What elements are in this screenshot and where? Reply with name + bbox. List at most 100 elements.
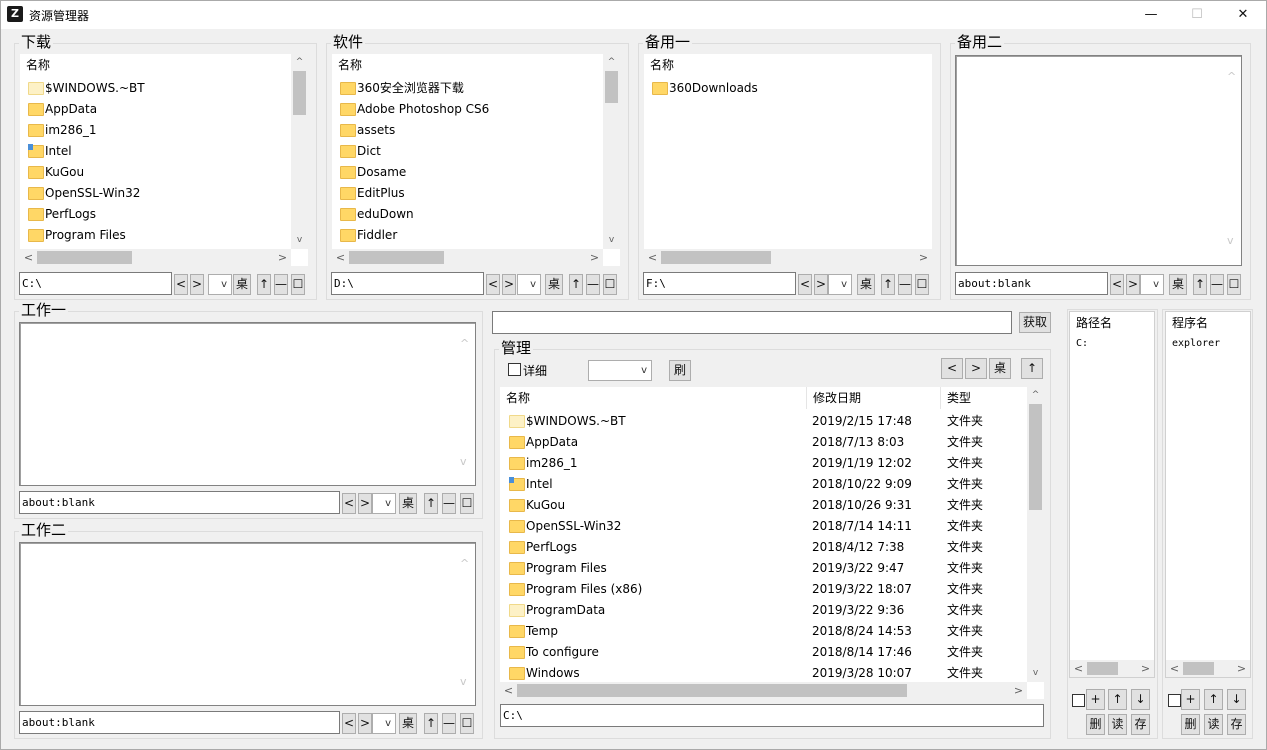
table-row[interactable]: Program Files (x86) 2019/3/22 18:07 文件夹 [500, 579, 1027, 600]
desktop-button[interactable]: 桌 [545, 274, 563, 295]
backup-one-path-input[interactable]: F:\ [643, 272, 796, 295]
scroll-right-icon[interactable]: > [1010, 682, 1027, 699]
minimize-panel-button[interactable]: — [442, 493, 456, 514]
read-program-button[interactable]: 读 [1204, 714, 1223, 735]
vertical-scrollbar[interactable]: ^ v [1027, 387, 1044, 682]
scroll-thumb[interactable] [661, 251, 771, 264]
desktop-button[interactable]: 桌 [233, 274, 251, 295]
back-button[interactable]: < [798, 274, 812, 295]
maximize-button[interactable]: ☐ [1174, 1, 1220, 29]
downloads-file-list[interactable]: 名称 ^ $WINDOWS.~BT AppData im286_1 Intel … [20, 54, 308, 266]
table-row[interactable]: Intel 2018/10/22 9:09 文件夹 [500, 474, 1027, 495]
maximize-panel-button[interactable]: ☐ [460, 713, 474, 734]
minimize-button[interactable]: — [1128, 1, 1174, 29]
back-button[interactable]: < [1110, 274, 1124, 295]
minimize-panel-button[interactable]: — [1210, 274, 1224, 295]
desktop-button[interactable]: 桌 [1169, 274, 1187, 295]
refresh-button[interactable]: 刷 [669, 360, 691, 381]
path-select-checkbox[interactable] [1072, 694, 1085, 707]
delete-program-button[interactable]: 删 [1181, 714, 1200, 735]
work-two-path-input[interactable]: about:blank [19, 711, 340, 734]
minimize-panel-button[interactable]: — [442, 713, 456, 734]
program-name-list[interactable]: 程序名 explorer < > [1165, 311, 1251, 678]
desktop-button[interactable]: 桌 [989, 358, 1011, 379]
scroll-left-icon[interactable]: < [500, 682, 517, 699]
save-path-button[interactable]: 存 [1131, 714, 1150, 735]
scroll-up-icon[interactable]: ^ [1027, 387, 1044, 404]
history-dropdown[interactable]: v [828, 274, 852, 295]
detail-checkbox[interactable] [508, 363, 521, 376]
table-row[interactable]: Program Files 2019/3/22 9:47 文件夹 [500, 558, 1027, 579]
vertical-scrollbar[interactable]: ^ v [291, 54, 308, 249]
move-program-up-button[interactable]: ↑ [1204, 689, 1223, 710]
manage-path-input[interactable]: C:\ [500, 704, 1044, 727]
software-path-input[interactable]: D:\ [331, 272, 484, 295]
backup-one-file-list[interactable]: 名称 ^ 360Downloads < > [644, 54, 932, 266]
table-row[interactable]: Windows 2019/3/28 10:07 文件夹 [500, 663, 1027, 684]
read-path-button[interactable]: 读 [1108, 714, 1127, 735]
scroll-right-icon[interactable]: > [915, 249, 932, 266]
table-row[interactable]: PerfLogs 2018/4/12 7:38 文件夹 [500, 537, 1027, 558]
scroll-left-icon[interactable]: < [644, 249, 661, 266]
forward-button[interactable]: > [1126, 274, 1140, 295]
move-path-up-button[interactable]: ↑ [1108, 689, 1127, 710]
software-file-list[interactable]: 名称 ^ 360安全浏览器下载 Adobe Photoshop CS6 asse… [332, 54, 620, 266]
list-item[interactable]: C: [1076, 336, 1088, 352]
horizontal-scrollbar[interactable]: < > [1166, 660, 1250, 677]
horizontal-scrollbar[interactable]: < > [500, 682, 1027, 699]
fetch-url-input[interactable] [492, 311, 1012, 334]
forward-button[interactable]: > [358, 713, 372, 734]
scroll-right-icon[interactable]: > [274, 249, 291, 266]
move-path-down-button[interactable]: ↓ [1131, 689, 1150, 710]
horizontal-scrollbar[interactable]: < > [20, 249, 291, 266]
close-button[interactable]: ✕ [1220, 1, 1266, 29]
table-row[interactable]: Temp 2018/8/24 14:53 文件夹 [500, 621, 1027, 642]
scroll-down-icon[interactable]: v [291, 232, 308, 249]
desktop-button[interactable]: 桌 [399, 713, 417, 734]
vertical-scrollbar[interactable]: ^ v [603, 54, 620, 249]
table-row[interactable]: $WINDOWS.~BT 2019/2/15 17:48 文件夹 [500, 411, 1027, 432]
scroll-thumb[interactable] [1183, 662, 1214, 675]
backup-two-browser-view[interactable]: ^ v [955, 55, 1242, 266]
up-button[interactable]: ↑ [257, 274, 271, 295]
horizontal-scrollbar[interactable]: < > [644, 249, 932, 266]
scroll-thumb[interactable] [349, 251, 444, 264]
add-program-button[interactable]: + [1181, 689, 1200, 710]
up-button[interactable]: ↑ [1193, 274, 1207, 295]
column-name-header[interactable]: 名称 [20, 54, 291, 76]
history-dropdown[interactable]: v [1140, 274, 1164, 295]
forward-button[interactable]: > [190, 274, 204, 295]
forward-button[interactable]: > [502, 274, 516, 295]
scroll-thumb[interactable] [1087, 662, 1118, 675]
list-item[interactable]: explorer [1172, 336, 1220, 352]
column-type-header[interactable]: 类型 [941, 387, 1027, 409]
table-row[interactable]: AppData 2018/7/13 8:03 文件夹 [500, 432, 1027, 453]
back-button[interactable]: < [941, 358, 963, 379]
desktop-button[interactable]: 桌 [399, 493, 417, 514]
history-dropdown[interactable]: v [517, 274, 541, 295]
table-row[interactable]: OpenSSL-Win32 2018/7/14 14:11 文件夹 [500, 516, 1027, 537]
maximize-panel-button[interactable]: ☐ [603, 274, 617, 295]
forward-button[interactable]: > [965, 358, 987, 379]
table-row[interactable]: KuGou 2018/10/26 9:31 文件夹 [500, 495, 1027, 516]
up-button[interactable]: ↑ [881, 274, 895, 295]
desktop-button[interactable]: 桌 [857, 274, 875, 295]
scroll-left-icon[interactable]: < [332, 249, 349, 266]
path-name-list[interactable]: 路径名 C: < > [1069, 311, 1155, 678]
minimize-panel-button[interactable]: — [274, 274, 288, 295]
work-one-path-input[interactable]: about:blank [19, 491, 340, 514]
maximize-panel-button[interactable]: ☐ [1227, 274, 1241, 295]
minimize-panel-button[interactable]: — [586, 274, 600, 295]
scroll-up-icon[interactable]: ^ [291, 54, 308, 71]
scroll-thumb[interactable] [293, 71, 306, 115]
scroll-down-icon[interactable]: v [603, 232, 620, 249]
history-dropdown[interactable]: v [372, 493, 396, 514]
up-button[interactable]: ↑ [424, 493, 438, 514]
history-dropdown[interactable]: v [372, 713, 396, 734]
up-button[interactable]: ↑ [424, 713, 438, 734]
column-date-header[interactable]: 修改日期 [807, 387, 941, 409]
scroll-right-icon[interactable]: > [1233, 660, 1250, 677]
delete-path-button[interactable]: 删 [1086, 714, 1105, 735]
scroll-left-icon[interactable]: < [20, 249, 37, 266]
table-row[interactable]: im286_1 2019/1/19 12:02 文件夹 [500, 453, 1027, 474]
